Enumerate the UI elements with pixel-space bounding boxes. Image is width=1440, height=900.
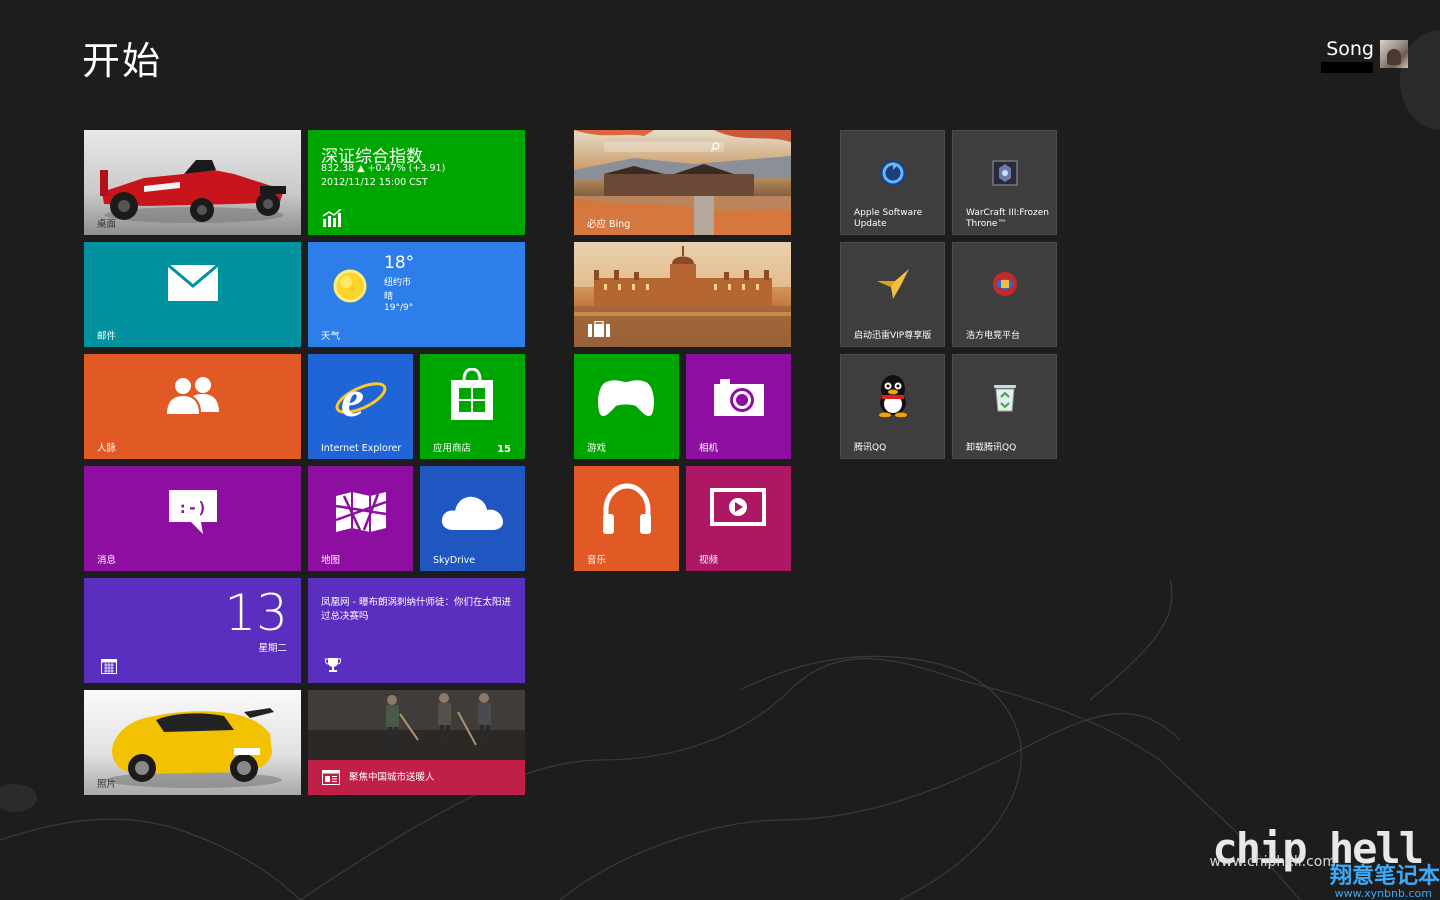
tile-label: 游戏	[587, 443, 607, 454]
tile-news[interactable]: 聚焦中国城市送暖人	[308, 690, 525, 795]
tile-label: 地图	[321, 555, 341, 566]
tile-warcraft[interactable]: WarCraft III:Frozen Throne™	[952, 130, 1057, 235]
apple-update-icon	[880, 160, 906, 186]
tile-haofang[interactable]: 浩方电竞平台	[952, 242, 1057, 347]
tile-desktop[interactable]: 桌面	[84, 130, 301, 235]
tile-mail[interactable]: 邮件	[84, 242, 301, 347]
tile-label: 应用商店	[433, 443, 472, 454]
haofang-icon	[993, 272, 1017, 296]
chat-bubble-icon: :-)	[169, 490, 217, 534]
formula-one-car-picture	[100, 160, 286, 223]
calendar-icon	[101, 659, 117, 674]
sun-icon	[333, 269, 367, 303]
avatar	[1380, 40, 1408, 68]
user-name: Song	[1326, 38, 1374, 60]
newspaper-icon	[322, 770, 340, 785]
tile-photos[interactable]: 照片	[84, 690, 301, 795]
tile-store[interactable]: 应用商店 15	[420, 354, 525, 459]
tile-people[interactable]: 人脉	[84, 354, 301, 459]
tile-maps[interactable]: 地图	[308, 466, 413, 571]
tile-qq[interactable]: 腾讯QQ	[840, 354, 945, 459]
tile-label: 相机	[699, 443, 719, 454]
weather-range: 19°/9°	[384, 303, 414, 313]
tile-bing[interactable]: 必应 Bing	[574, 130, 791, 235]
tile-label: 天气	[321, 331, 341, 342]
user-account[interactable]: Song	[1321, 38, 1408, 73]
envelope-icon	[167, 264, 219, 301]
cloud-icon	[441, 496, 503, 530]
tile-label: 浩方电竞平台	[966, 331, 1021, 341]
finance-timestamp: 2012/11/12 15:00 CST	[321, 177, 428, 188]
svg-text::-): :-)	[178, 498, 207, 517]
tile-travel[interactable]	[574, 242, 791, 347]
yellow-sports-car-picture	[106, 708, 282, 788]
finance-quote: 832.38 ▲ +0.47% (+3.91)	[321, 163, 446, 174]
store-bag-icon	[451, 368, 493, 420]
tile-finance[interactable]: 深证综合指数 832.38 ▲ +0.47% (+3.91) 2012/11/1…	[308, 130, 525, 235]
tile-label: WarCraft III:Frozen Throne™	[966, 208, 1049, 229]
tile-label: 必应 Bing	[587, 219, 631, 230]
weather-temperature: 18°	[384, 253, 415, 273]
tile-label: 腾讯QQ	[854, 443, 887, 453]
weather-condition: 晴	[384, 292, 394, 302]
tile-label: 消息	[97, 555, 117, 566]
calendar-weekday: 星期二	[258, 643, 287, 654]
people-icon	[167, 377, 219, 414]
qq-penguin-icon	[879, 375, 907, 417]
sports-headline: 凤凰网 - 曝布朗涡刺纳什师徒：你们在太阳进过总决赛吗	[321, 597, 511, 622]
weather-city: 纽约市	[384, 278, 412, 288]
tile-internet-explorer[interactable]: e Internet Explorer	[308, 354, 413, 459]
tile-label: 照片	[97, 779, 117, 790]
tile-xunlei[interactable]: 启动迅雷VIP尊享版	[840, 242, 945, 347]
play-screen-icon	[710, 488, 766, 526]
xbox-controller-icon	[598, 380, 654, 417]
headphones-icon	[603, 483, 651, 534]
tile-apple-software-update[interactable]: Apple Software Update	[840, 130, 945, 235]
start-screen-title: 开始	[82, 39, 163, 83]
news-photo-workers-picture	[308, 690, 525, 760]
xunlei-bird-icon	[877, 269, 909, 299]
internet-explorer-icon: e	[335, 372, 387, 424]
watermark-site-name: 翔意笔记本	[1329, 864, 1440, 889]
tile-label: Apple Software Update	[854, 208, 923, 229]
tile-uninstall-qq[interactable]: 卸载腾讯QQ	[952, 354, 1057, 459]
tile-label: 桌面	[97, 219, 117, 230]
chart-icon	[322, 209, 342, 227]
trophy-icon	[325, 658, 341, 672]
warcraft-icon	[992, 160, 1018, 186]
tile-label: 启动迅雷VIP尊享版	[854, 331, 932, 341]
store-update-badge: 15	[497, 444, 511, 455]
tile-music[interactable]: 音乐	[574, 466, 679, 571]
recycle-bin-icon	[994, 385, 1016, 412]
tile-games[interactable]: 游戏	[574, 354, 679, 459]
calendar-day: 13	[224, 584, 288, 642]
suitcase-icon	[588, 321, 610, 337]
tile-camera[interactable]: 相机	[686, 354, 791, 459]
tile-weather[interactable]: 18° 纽约市 晴 19°/9° 天气	[308, 242, 525, 347]
tile-label: 音乐	[587, 555, 607, 566]
tile-label: 视频	[699, 555, 719, 566]
tile-video[interactable]: 视频	[686, 466, 791, 571]
tile-label: Internet Explorer	[321, 443, 402, 454]
tile-calendar[interactable]: 13 星期二	[84, 578, 301, 683]
watermark: chip hell www.chiphell.com 翔意笔记本 www.xyn…	[1190, 780, 1440, 900]
tile-messaging[interactable]: :-) 消息	[84, 466, 301, 571]
tile-label: 卸载腾讯QQ	[966, 443, 1017, 453]
svg-text:e: e	[341, 372, 364, 424]
tile-skydrive[interactable]: SkyDrive	[420, 466, 525, 571]
tile-label: 人脉	[97, 443, 117, 454]
tile-sports[interactable]: 凤凰网 - 曝布朗涡刺纳什师徒：你们在太阳进过总决赛吗	[308, 578, 525, 683]
watermark-site-url: www.xynbnb.com	[1334, 887, 1432, 900]
search-icon	[710, 142, 720, 152]
news-headline: 聚焦中国城市送暖人	[349, 772, 435, 783]
camera-icon	[714, 379, 764, 416]
tile-label: 邮件	[97, 331, 117, 342]
map-icon	[335, 492, 387, 532]
watermark-url: www.chiphell.com	[1209, 854, 1336, 870]
redaction-bar	[1321, 62, 1374, 73]
tile-label: SkyDrive	[433, 555, 476, 566]
